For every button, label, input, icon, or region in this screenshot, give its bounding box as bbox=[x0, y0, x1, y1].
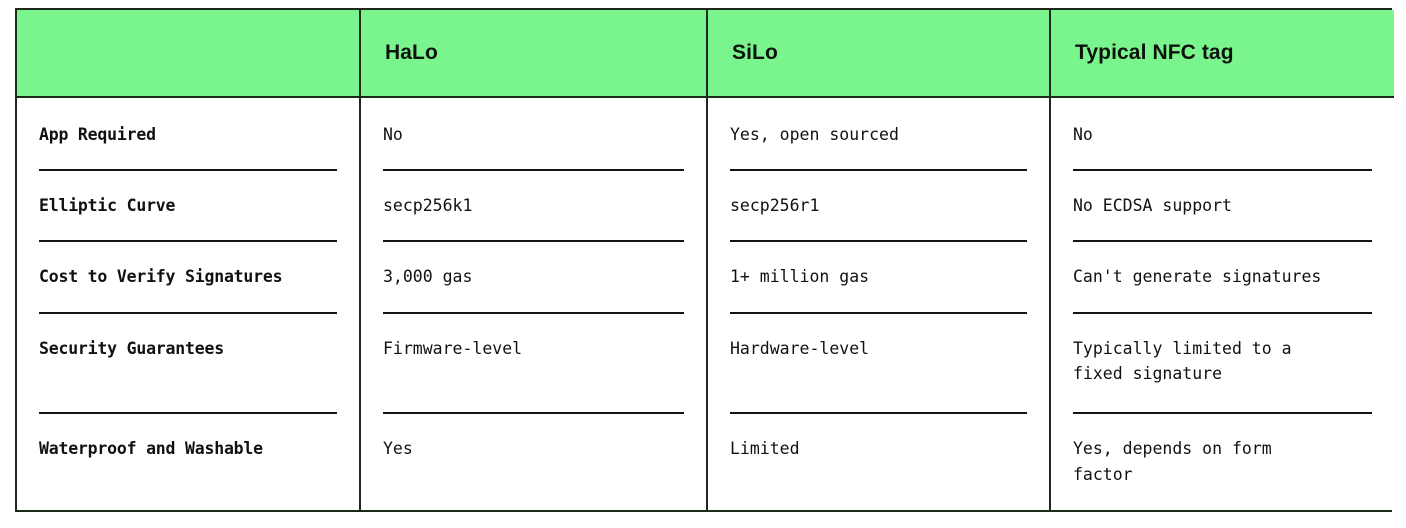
value-cell-nfc: Can't generate signatures bbox=[1050, 240, 1394, 312]
value-halo-app-required: No bbox=[383, 125, 403, 144]
column-header-halo: HaLo bbox=[360, 10, 708, 98]
value-nfc-app-required: No bbox=[1073, 125, 1093, 144]
row-label-security-guarantees: Security Guarantees bbox=[39, 311, 337, 413]
header-row: HaLo SiLo Typical NFC tag bbox=[17, 10, 1394, 98]
value-silo-elliptic-curve: secp256r1 bbox=[730, 168, 1027, 241]
column-header-silo: SiLo bbox=[707, 10, 1051, 98]
row-label-cell: App Required bbox=[17, 97, 361, 169]
value-halo-waterproof-and-washable: Yes bbox=[383, 412, 684, 510]
table-body: App Required No Yes, open sourced No Ell… bbox=[17, 97, 1394, 510]
table-row: Cost to Verify Signatures 3,000 gas 1+ m… bbox=[17, 240, 1394, 312]
value-nfc-waterproof-and-washable: Yes, depends on form factor bbox=[1073, 412, 1372, 510]
row-label-app-required: App Required bbox=[39, 125, 156, 144]
value-cell-nfc: No ECDSA support bbox=[1050, 168, 1394, 241]
value-nfc-elliptic-curve: No ECDSA support bbox=[1073, 168, 1372, 241]
column-header-feature bbox=[17, 10, 361, 98]
value-cell-halo: Yes bbox=[360, 412, 708, 510]
value-cell-halo: secp256k1 bbox=[360, 168, 708, 241]
column-header-typical-nfc-tag: Typical NFC tag bbox=[1050, 10, 1394, 98]
row-label-cell: Security Guarantees bbox=[17, 311, 361, 413]
value-nfc-security-guarantees: Typically limited to a fixed signature bbox=[1073, 311, 1372, 413]
value-silo-cost-to-verify-signatures: 1+ million gas bbox=[730, 240, 1027, 312]
row-label-waterproof-and-washable: Waterproof and Washable bbox=[39, 412, 337, 510]
value-cell-nfc: No bbox=[1050, 97, 1394, 169]
value-cell-nfc: Typically limited to a fixed signature bbox=[1050, 311, 1394, 413]
value-silo-security-guarantees: Hardware-level bbox=[730, 311, 1027, 413]
value-cell-silo: 1+ million gas bbox=[707, 240, 1051, 312]
table-row: Security Guarantees Firmware-level Hardw… bbox=[17, 311, 1394, 413]
value-cell-silo: Limited bbox=[707, 412, 1051, 510]
comparison-table-container: HaLo SiLo Typical NFC tag App Required N… bbox=[15, 8, 1394, 512]
value-silo-waterproof-and-washable: Limited bbox=[730, 412, 1027, 510]
table-row: Waterproof and Washable Yes Limited Yes,… bbox=[17, 412, 1394, 510]
row-label-cell: Waterproof and Washable bbox=[17, 412, 361, 510]
value-cell-halo: 3,000 gas bbox=[360, 240, 708, 312]
value-silo-app-required: Yes, open sourced bbox=[730, 125, 899, 144]
row-label-elliptic-curve: Elliptic Curve bbox=[39, 168, 337, 241]
table-row: Elliptic Curve secp256k1 secp256r1 No EC… bbox=[17, 168, 1394, 241]
value-cell-silo: Hardware-level bbox=[707, 311, 1051, 413]
table-header: HaLo SiLo Typical NFC tag bbox=[17, 10, 1394, 98]
value-cell-silo: Yes, open sourced bbox=[707, 97, 1051, 169]
comparison-table: HaLo SiLo Typical NFC tag App Required N… bbox=[17, 10, 1394, 510]
value-cell-halo: No bbox=[360, 97, 708, 169]
row-label-cost-to-verify-signatures: Cost to Verify Signatures bbox=[39, 240, 337, 312]
value-cell-nfc: Yes, depends on form factor bbox=[1050, 412, 1394, 510]
value-halo-elliptic-curve: secp256k1 bbox=[383, 168, 684, 241]
value-cell-halo: Firmware-level bbox=[360, 311, 708, 413]
value-nfc-cost-to-verify-signatures: Can't generate signatures bbox=[1073, 240, 1372, 312]
value-halo-security-guarantees: Firmware-level bbox=[383, 311, 684, 413]
table-row: App Required No Yes, open sourced No bbox=[17, 97, 1394, 169]
row-label-cell: Cost to Verify Signatures bbox=[17, 240, 361, 312]
row-label-cell: Elliptic Curve bbox=[17, 168, 361, 241]
value-halo-cost-to-verify-signatures: 3,000 gas bbox=[383, 240, 684, 312]
value-cell-silo: secp256r1 bbox=[707, 168, 1051, 241]
